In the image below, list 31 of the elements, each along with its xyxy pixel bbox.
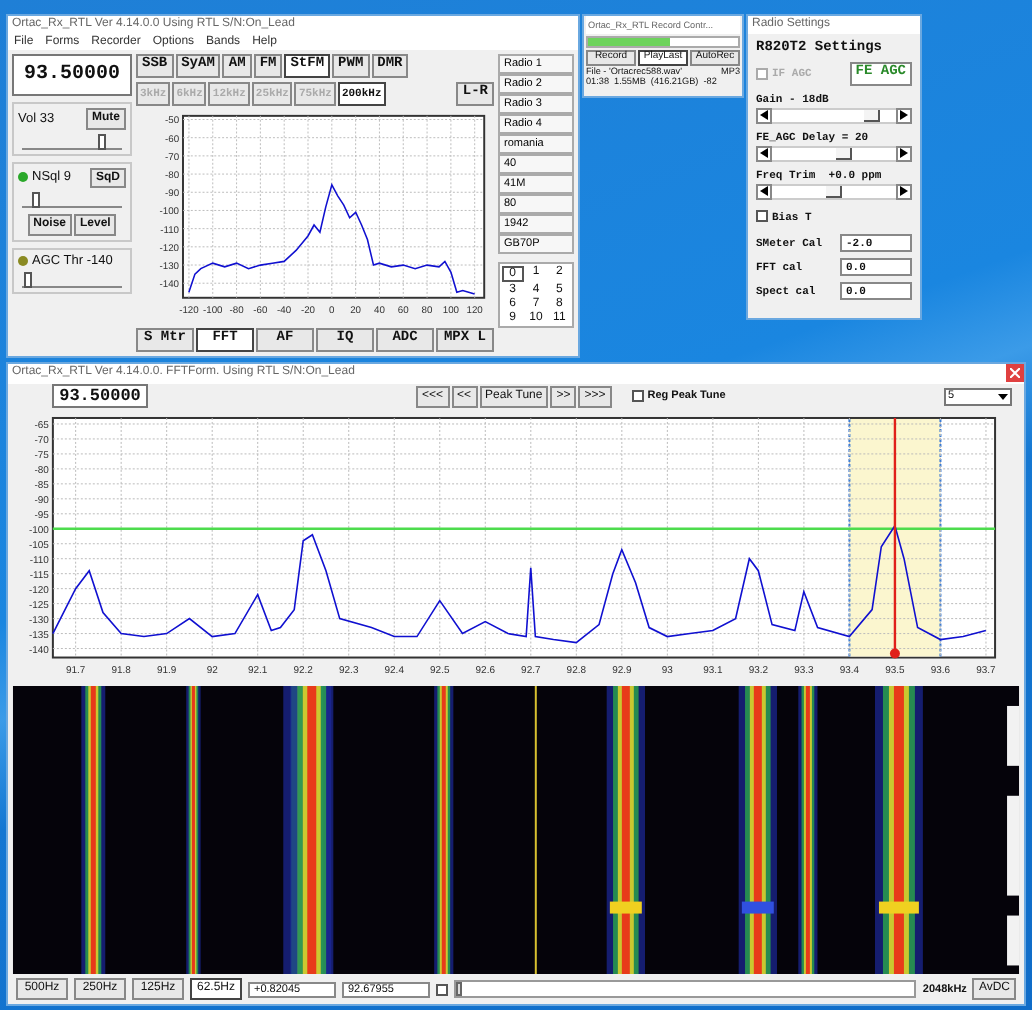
slider-thumb[interactable] bbox=[32, 192, 41, 209]
slider-thumb[interactable] bbox=[24, 271, 33, 288]
frequency-display: 93.50000 bbox=[52, 384, 148, 409]
scroll-left-button[interactable] bbox=[756, 107, 772, 124]
scroll-left-button[interactable] bbox=[756, 145, 772, 162]
caret-icon bbox=[998, 393, 1008, 400]
slider-thumb[interactable] bbox=[456, 982, 462, 997]
close-button[interactable] bbox=[1006, 364, 1024, 383]
slider-thumb[interactable] bbox=[98, 133, 107, 150]
checkbox[interactable] bbox=[631, 390, 644, 403]
slider-track[interactable] bbox=[22, 194, 122, 209]
slider-thumb[interactable] bbox=[826, 185, 843, 198]
frequency-display: 93.50000 bbox=[12, 54, 132, 96]
close-icon bbox=[1010, 368, 1020, 379]
left-arrow-icon bbox=[760, 110, 768, 121]
slider-track[interactable] bbox=[454, 980, 917, 999]
scroll-right-button[interactable] bbox=[896, 107, 912, 124]
left-arrow-icon bbox=[760, 148, 768, 159]
slider-track[interactable] bbox=[22, 135, 122, 150]
slider-thumb[interactable] bbox=[864, 109, 881, 122]
scroll-right-button[interactable] bbox=[896, 145, 912, 162]
right-arrow-icon bbox=[900, 110, 908, 121]
left-arrow-icon bbox=[760, 186, 768, 197]
scroll-left-button[interactable] bbox=[756, 183, 772, 200]
checkbox[interactable] bbox=[756, 210, 768, 223]
right-arrow-icon bbox=[900, 148, 908, 159]
scroll-right-button[interactable] bbox=[896, 183, 912, 200]
right-arrow-icon bbox=[900, 186, 908, 197]
slider-thumb[interactable] bbox=[835, 147, 852, 160]
checkbox[interactable] bbox=[436, 983, 448, 996]
slider-track[interactable] bbox=[22, 273, 122, 288]
